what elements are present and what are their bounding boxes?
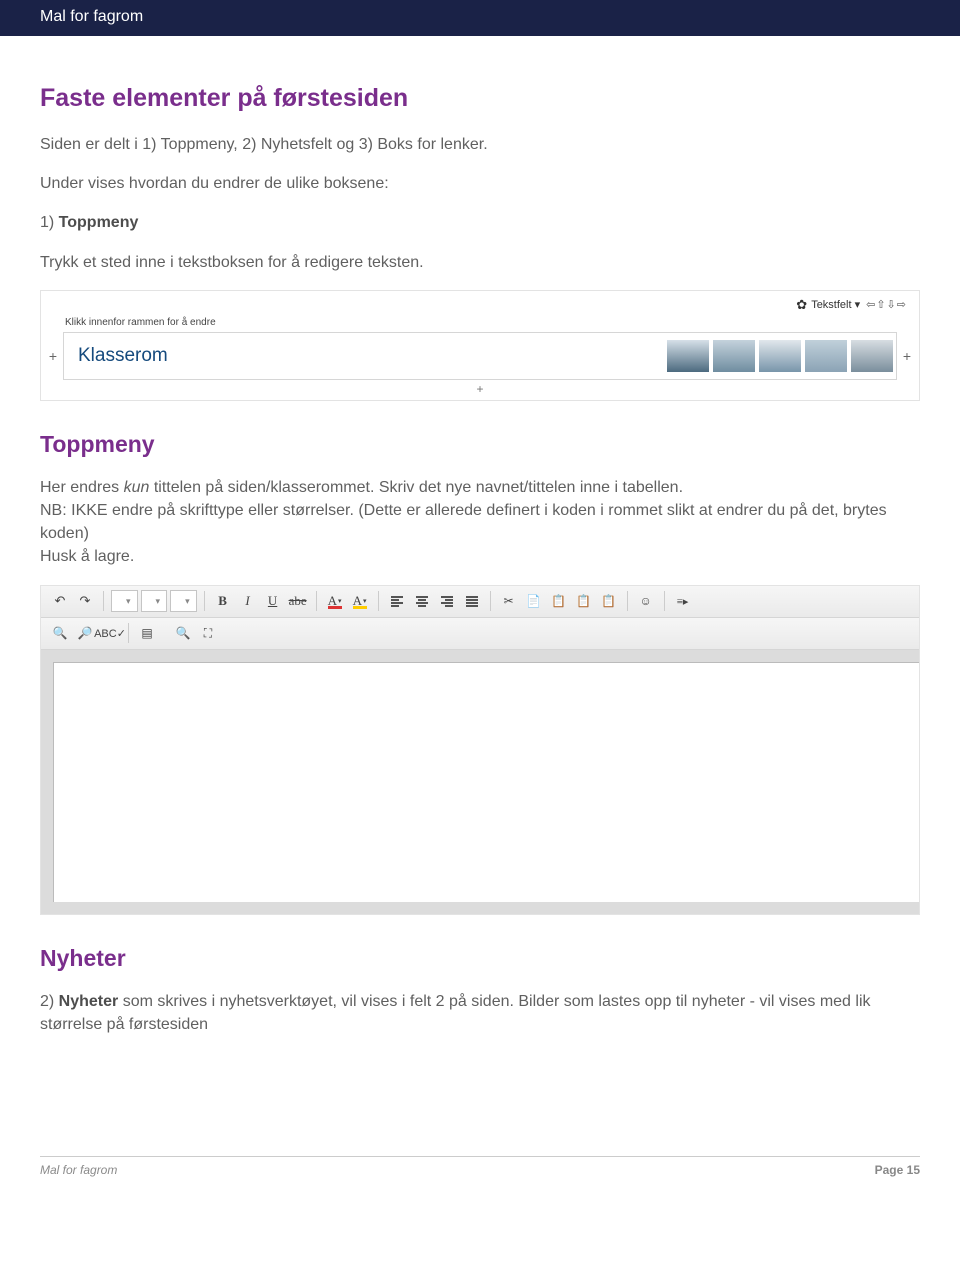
add-left-icon[interactable]: +	[47, 348, 59, 364]
header-title: Mal for fagrom	[40, 8, 143, 25]
footer-left: Mal for fagrom	[40, 1163, 117, 1177]
hint-text: Klikk innenfor rammen for å endre	[47, 315, 913, 332]
chevron-down-icon: ▾	[185, 596, 190, 607]
align-justify-button[interactable]	[461, 590, 483, 612]
text: 1)	[40, 214, 59, 231]
source-icon[interactable]: ▤	[136, 622, 158, 644]
bold-button[interactable]: B	[212, 590, 234, 612]
separator	[627, 591, 628, 611]
paste-text-icon[interactable]: 📋	[573, 590, 595, 612]
paste-word-icon[interactable]: 📋	[598, 590, 620, 612]
align-right-button[interactable]	[436, 590, 458, 612]
text: som skrives i nyhetsverktøyet, vil vises…	[40, 993, 871, 1033]
para: Siden er delt i 1) Toppmeny, 2) Nyhetsfe…	[40, 133, 920, 156]
para: Her endres kun tittelen på siden/klasser…	[40, 476, 920, 569]
format-select[interactable]: ▾	[111, 590, 138, 612]
text: Husk å lagre.	[40, 548, 134, 565]
page-footer: Mal for fagrom Page 15	[0, 1163, 960, 1195]
text: 2)	[40, 993, 59, 1010]
separator	[378, 591, 379, 611]
heading-faste: Faste elementer på førstesiden	[40, 84, 920, 113]
more-icon[interactable]: ≡▸	[672, 590, 694, 612]
screenshot-tekstfelt: ✿ Tekstfelt ▾ ⇦⇧⇩⇨ Klikk innenfor rammen…	[40, 290, 920, 401]
font-size-select[interactable]: ▾	[170, 590, 197, 612]
text: NB: IKKE endre på skrifttype eller størr…	[40, 502, 887, 542]
thumbnail	[850, 339, 894, 373]
emoji-icon[interactable]: ☺	[635, 590, 657, 612]
screenshot-editor: ↶ ↷ ▾ ▾ ▾ B I U abe A▾ A▾ ✂ 📄 📋 📋 📋	[40, 585, 920, 915]
underline-button[interactable]: U	[262, 590, 284, 612]
text-italic: kun	[124, 479, 150, 496]
toolbar-row-2: 🔍 🔎 ABC✓ ▤ 🔍 ⛶	[41, 618, 919, 650]
thumbnail	[666, 339, 710, 373]
separator	[103, 591, 104, 611]
paste-icon[interactable]: 📋	[548, 590, 570, 612]
move-arrows-icon[interactable]: ⇦⇧⇩⇨	[866, 298, 907, 311]
gear-icon[interactable]: ✿	[796, 297, 807, 313]
editor-canvas[interactable]	[53, 662, 919, 902]
preview-icon[interactable]: 🔍	[172, 622, 194, 644]
text: Her endres	[40, 479, 124, 496]
chevron-down-icon: ▾	[126, 596, 131, 607]
tekstfelt-label[interactable]: Tekstfelt ▾	[811, 298, 860, 311]
add-bottom-icon[interactable]: +	[47, 380, 913, 396]
toolbar-row-1: ↶ ↷ ▾ ▾ ▾ B I U abe A▾ A▾ ✂ 📄 📋 📋 📋	[41, 586, 919, 618]
add-right-icon[interactable]: +	[901, 348, 913, 364]
align-left-button[interactable]	[386, 590, 408, 612]
thumbnail	[804, 339, 848, 373]
footer-page: Page 15	[875, 1163, 920, 1177]
strike-button[interactable]: abe	[287, 590, 309, 612]
para: Trykk et sted inne i tekstboksen for å r…	[40, 251, 920, 274]
widget-top-bar: ✿ Tekstfelt ▾ ⇦⇧⇩⇨	[47, 295, 913, 315]
separator	[128, 623, 129, 643]
redo-icon[interactable]: ↷	[74, 590, 96, 612]
fullscreen-icon[interactable]: ⛶	[197, 622, 219, 644]
highlight-button[interactable]: A▾	[349, 590, 371, 612]
italic-button[interactable]: I	[237, 590, 259, 612]
text-bold: Toppmeny	[59, 214, 139, 231]
cut-icon[interactable]: ✂	[498, 590, 520, 612]
separator	[664, 591, 665, 611]
find-icon[interactable]: 🔍	[49, 622, 71, 644]
para: 2) Nyheter som skrives i nyhetsverktøyet…	[40, 990, 920, 1036]
align-center-button[interactable]	[411, 590, 433, 612]
thumbnail	[712, 339, 756, 373]
editor-canvas-wrap	[41, 650, 919, 914]
undo-icon[interactable]: ↶	[49, 590, 71, 612]
text: tittelen på siden/klasserommet. Skriv de…	[149, 479, 683, 496]
separator	[204, 591, 205, 611]
para: 1) Toppmeny	[40, 211, 920, 234]
text-bold: Nyheter	[59, 993, 119, 1010]
page-header: Mal for fagrom	[0, 0, 960, 36]
text-color-button[interactable]: A▾	[324, 590, 346, 612]
heading-nyheter: Nyheter	[40, 945, 920, 972]
copy-icon[interactable]: 📄	[523, 590, 545, 612]
separator	[316, 591, 317, 611]
spellcheck-icon[interactable]: ABC✓	[99, 622, 121, 644]
separator	[490, 591, 491, 611]
para: Under vises hvordan du endrer de ulike b…	[40, 172, 920, 195]
replace-icon[interactable]: 🔎	[74, 622, 96, 644]
chevron-down-icon: ▾	[363, 597, 367, 605]
klasserom-title: Klasserom	[78, 345, 168, 367]
chevron-down-icon: ▾	[156, 596, 161, 607]
heading-toppmeny: Toppmeny	[40, 431, 920, 458]
thumbnail-row	[666, 339, 894, 373]
thumbnail	[758, 339, 802, 373]
chevron-down-icon: ▾	[338, 597, 342, 605]
footer-rule	[40, 1156, 920, 1157]
font-family-select[interactable]: ▾	[141, 590, 168, 612]
content: Faste elementer på førstesiden Siden er …	[0, 36, 960, 1036]
klasserom-box[interactable]: Klasserom	[63, 332, 897, 380]
